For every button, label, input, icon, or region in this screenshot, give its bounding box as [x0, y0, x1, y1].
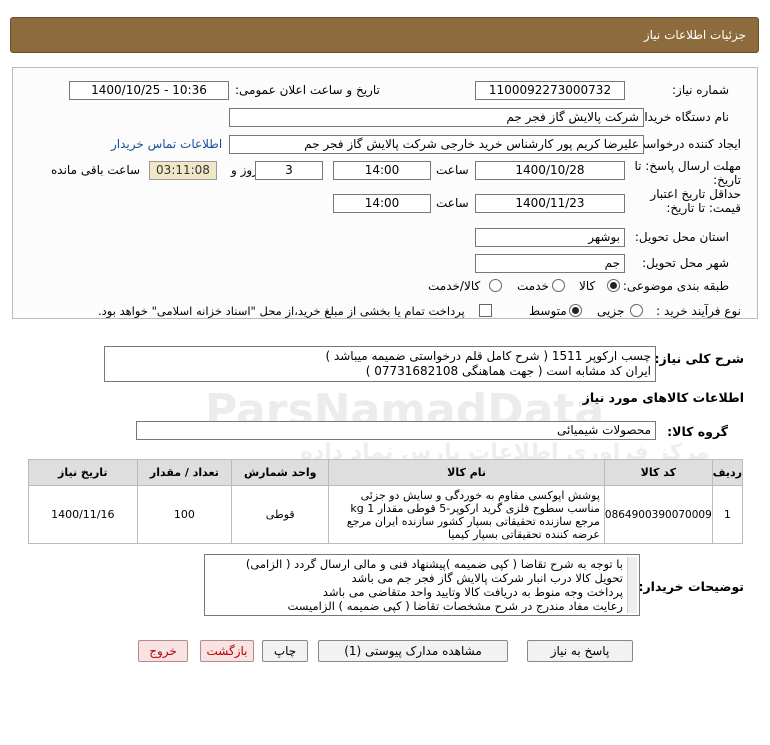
col-code: کد کالا: [603, 459, 713, 486]
general-desc-label: شرح کلی نیاز:: [654, 351, 744, 366]
announce-dt-label: تاریخ و ساعت اعلان عمومی:: [235, 83, 380, 97]
city-field[interactable]: جم: [475, 254, 625, 273]
category-label: طبقه بندی موضوعی:: [622, 279, 729, 293]
table-header-row: ردیف کد کالا نام کالا واحد شمارش تعداد /…: [28, 459, 744, 486]
city-label: شهر محل تحویل:: [642, 256, 729, 270]
purchase-type-label: نوع فرآیند خرید :: [656, 304, 741, 318]
need-info-panel: شماره نیاز: 1100092273000732 تاریخ و ساع…: [12, 67, 758, 319]
valid-time-field[interactable]: 14:00: [333, 194, 431, 213]
category-goods-label: کالا: [579, 279, 596, 293]
price-valid-label: حداقل تاریخ اعتبار قیمت: تا تاریخ:: [650, 187, 741, 215]
print-button[interactable]: چاپ: [262, 640, 308, 662]
category-goods-service-radio[interactable]: [489, 279, 502, 292]
col-qty: تعداد / مقدار: [136, 459, 233, 486]
remaining-time-field: 03:11:08: [149, 161, 217, 180]
note-line-3: پرداخت وجه منوط به دریافت کالا وتایید وا…: [322, 585, 623, 599]
page-title: جزئیات اطلاعات نیاز: [643, 28, 746, 42]
note-line-1: با توجه به شرح تقاضا ( کپی ضمیمه )پیشنها…: [245, 557, 623, 571]
buyer-notes-label: توضیحات خریدار:: [638, 579, 744, 594]
category-service-label: خدمت: [517, 279, 549, 293]
treasury-payment-checkbox[interactable]: [479, 304, 492, 317]
back-button[interactable]: بازگشت: [200, 640, 254, 662]
notes-scrollbar[interactable]: [627, 557, 637, 613]
buyer-notes-field[interactable]: با توجه به شرح تقاضا ( کپی ضمیمه )پیشنها…: [204, 554, 640, 616]
goods-table: ردیف کد کالا نام کالا واحد شمارش تعداد /…: [28, 459, 744, 544]
reply-time-label: ساعت: [436, 163, 469, 177]
table-row[interactable]: 1 0864900390070009 پوشش اپوکسی مقاوم به …: [28, 485, 744, 544]
announce-dt-field[interactable]: 1400/10/25 - 10:36: [69, 81, 229, 100]
remaining-label: ساعت باقی مانده: [51, 163, 141, 177]
reply-time-field[interactable]: 14:00: [333, 161, 431, 180]
reply-deadline-label: مهلت ارسال پاسخ: تا تاریخ:: [634, 159, 741, 187]
general-desc-field[interactable]: چسب ارکوپر 1511 ( شرح کامل قلم درخواستی …: [104, 346, 656, 382]
col-unit: واحد شمارش: [231, 459, 330, 486]
purchase-medium-label: متوسط: [529, 304, 567, 318]
cell-unit: قوطی: [231, 485, 330, 544]
buyer-org-field[interactable]: شرکت پالایش گاز فجر جم: [229, 108, 644, 127]
need-no-label: شماره نیاز:: [672, 83, 729, 97]
purchase-partial-label: جزیی: [597, 304, 625, 318]
goods-info-title: اطلاعات کالاهای مورد نیاز: [582, 390, 744, 405]
attachments-button[interactable]: مشاهده مدارک پیوستی (1): [318, 640, 508, 662]
goods-group-field[interactable]: محصولات شیمیائی: [136, 421, 656, 440]
valid-time-label: ساعت: [436, 196, 469, 210]
exit-button[interactable]: خروج: [138, 640, 188, 662]
valid-date-field[interactable]: 1400/11/23: [475, 194, 625, 213]
purchase-medium-radio[interactable]: [569, 304, 582, 317]
reply-button[interactable]: پاسخ به نیاز: [527, 640, 633, 662]
desc-line-1: چسب ارکوپر 1511 ( شرح کامل قلم درخواستی …: [325, 349, 651, 363]
cell-qty: 100: [136, 485, 233, 544]
title-bar: جزئیات اطلاعات نیاز: [10, 17, 759, 53]
creator-field[interactable]: علیرضا کریم پور کارشناس خرید خارجی شرکت …: [229, 135, 644, 154]
col-name: نام کالا: [328, 459, 605, 486]
need-no-field[interactable]: 1100092273000732: [475, 81, 625, 100]
cell-name: پوشش اپوکسی مقاوم به خوردگی و سایش دو جز…: [328, 485, 605, 544]
category-goods-radio[interactable]: [607, 279, 620, 292]
day-and-label: روز و: [231, 163, 258, 177]
goods-group-label: گروه کالا:: [667, 424, 728, 439]
desc-line-2: ایران کد مشابه است ( جهت هماهنگی 0773168…: [365, 364, 651, 378]
category-service-radio[interactable]: [552, 279, 565, 292]
province-field[interactable]: بوشهر: [475, 228, 625, 247]
note-line-4: رعایت مفاد مندرج در شرح مشخصات تقاضا ( ک…: [287, 599, 623, 613]
creator-label: ایجاد کننده درخواست:: [630, 137, 741, 151]
treasury-payment-label: پرداخت تمام یا بخشی از مبلغ خرید،از محل …: [98, 304, 465, 318]
cell-code: 0864900390070009: [603, 485, 713, 544]
purchase-partial-radio[interactable]: [630, 304, 643, 317]
note-line-2: تحویل کالا درب انبار شرکت پالایش گاز فجر…: [351, 571, 623, 585]
buyer-org-label: نام دستگاه خریدار:: [634, 110, 730, 124]
col-row: ردیف: [711, 459, 744, 486]
province-label: استان محل تحویل:: [634, 230, 729, 244]
cell-row: 1: [711, 485, 744, 544]
reply-date-field[interactable]: 1400/10/28: [475, 161, 625, 180]
category-goods-service-label: کالا/خدمت: [428, 279, 481, 293]
col-date: تاریخ نیاز: [28, 459, 138, 486]
contact-buyer-link[interactable]: اطلاعات تماس خریدار: [111, 137, 222, 151]
reply-days-field[interactable]: 3: [255, 161, 323, 180]
cell-date: 1400/11/16: [28, 485, 138, 544]
